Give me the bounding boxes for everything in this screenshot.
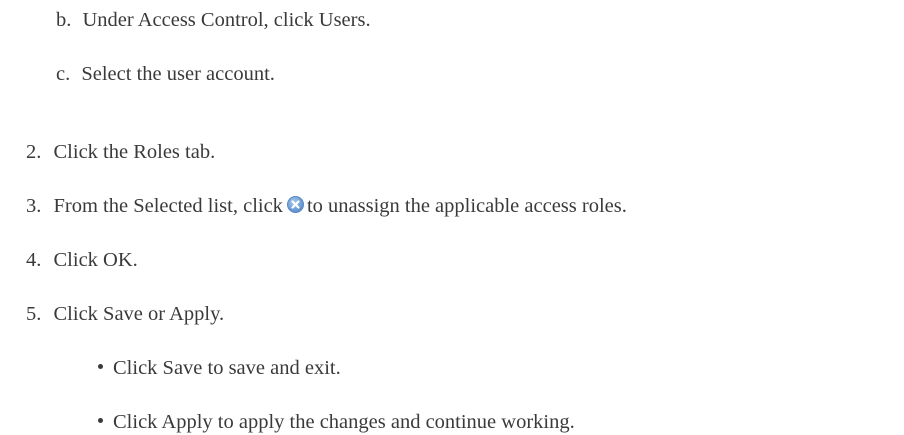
step-text-after: to unassign the applicable access roles.: [306, 195, 627, 217]
step-text-before: From the Selected list, click: [53, 195, 283, 217]
bullet-dot: [98, 364, 103, 369]
step-3: 3. From the Selected list, click to unass…: [26, 194, 627, 218]
substep-marker: c.: [56, 63, 71, 85]
substep-marker: b.: [56, 9, 72, 31]
step-text: Click Save or Apply.: [53, 303, 225, 325]
step-text: Click OK.: [53, 249, 138, 271]
step-2: 2. Click the Roles tab.: [26, 140, 215, 164]
step-marker: 3.: [26, 195, 42, 217]
step-text: Click the Roles tab.: [53, 141, 216, 163]
step-4: 4. Click OK.: [26, 248, 138, 272]
bullet-dot: [98, 418, 103, 423]
substep-c: c. Select the user account.: [56, 62, 275, 86]
step-marker: 4.: [26, 249, 42, 271]
substep-text: Select the user account.: [81, 63, 275, 85]
remove-circle-x-icon: [286, 196, 304, 213]
substep-text: Under Access Control, click Users.: [82, 9, 371, 31]
step-marker: 5.: [26, 303, 42, 325]
step-5: 5. Click Save or Apply.: [26, 302, 224, 326]
bullet-text: Click Apply to apply the changes and con…: [113, 411, 575, 433]
substep-b: b. Under Access Control, click Users.: [56, 8, 371, 32]
step-marker: 2.: [26, 141, 42, 163]
bullet-text: Click Save to save and exit.: [113, 357, 341, 379]
